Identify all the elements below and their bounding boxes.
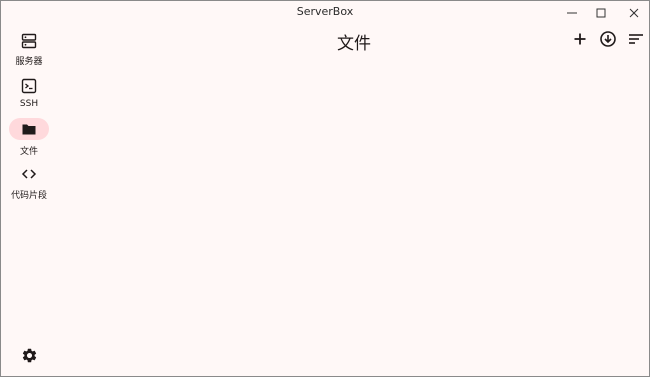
terminal-icon bbox=[21, 78, 37, 94]
maximize-button[interactable] bbox=[586, 1, 616, 25]
folder-icon bbox=[22, 124, 36, 135]
minimize-button[interactable] bbox=[557, 1, 587, 25]
nav-item-files[interactable]: 文件 bbox=[1, 118, 57, 158]
code-icon bbox=[21, 169, 37, 179]
nav-label-server: 服务器 bbox=[15, 57, 43, 67]
title-bar: ServerBox bbox=[1, 1, 649, 25]
add-button[interactable] bbox=[571, 30, 589, 48]
close-button[interactable] bbox=[619, 1, 649, 25]
nav-label-snippets: 代码片段 bbox=[10, 191, 47, 201]
download-button[interactable] bbox=[599, 30, 617, 48]
sort-icon bbox=[629, 34, 643, 44]
nav-label-ssh: SSH bbox=[19, 99, 39, 109]
nav-item-ssh[interactable]: SSH bbox=[1, 74, 57, 114]
window-title: ServerBox bbox=[296, 5, 354, 18]
gear-icon bbox=[22, 348, 37, 363]
add-icon bbox=[574, 33, 586, 45]
nav-item-server[interactable]: 服务器 bbox=[1, 29, 57, 69]
app-window: ServerBox 服务器 SSH 文件 代码片段 文件 bbox=[0, 0, 650, 377]
sort-button[interactable] bbox=[627, 30, 645, 48]
minimize-icon bbox=[567, 12, 577, 14]
server-icon bbox=[21, 33, 37, 49]
close-icon bbox=[629, 8, 639, 18]
page-title: 文件 bbox=[337, 34, 371, 54]
nav-label-files: 文件 bbox=[19, 147, 38, 157]
maximize-icon bbox=[596, 8, 606, 18]
settings-button[interactable] bbox=[21, 347, 38, 364]
download-icon bbox=[600, 31, 616, 47]
nav-item-snippets[interactable]: 代码片段 bbox=[1, 163, 57, 203]
